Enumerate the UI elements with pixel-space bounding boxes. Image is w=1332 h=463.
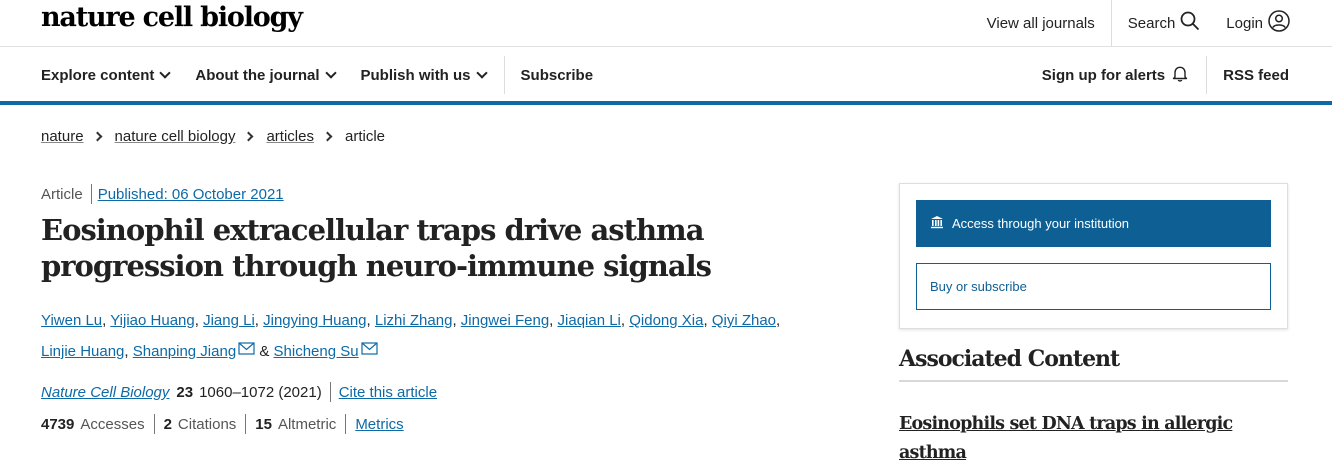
article-meta: Article Published: 06 October 2021 [41,184,284,204]
buy-or-subscribe-label: Buy or subscribe [930,279,1027,294]
sign-up-alerts-link[interactable]: Sign up for alerts [1042,65,1188,86]
top-bar: nature cell biology View all journals Se… [0,0,1332,47]
associated-content-heading: Associated Content [899,346,1288,382]
published-date-link[interactable]: Published: 06 October 2021 [98,186,284,203]
ampersand: & [259,343,270,360]
nav-accent-line [0,101,1332,105]
access-box: Access through your institution Buy or s… [899,183,1288,329]
citations-count: 2 [163,415,172,433]
nav-right: Sign up for alerts RSS feed [1042,48,1289,102]
search-label: Search [1127,14,1176,32]
citation-line: Nature Cell Biology 23 1060–1072 (2021) … [41,382,437,402]
user-icon [1268,10,1290,36]
breadcrumb-journal[interactable]: nature cell biology [115,128,236,145]
author-link[interactable]: Jiang Li [203,312,255,329]
article-metrics: 4739 Accesses 2 Citations 15 Altmetric M… [41,414,404,434]
chevron-down-icon [475,67,488,79]
author-link[interactable]: Jiaqian Li [558,312,621,329]
nav-publish[interactable]: Publish with us [360,66,488,84]
pages-year: 1060–1072 (2021) [199,383,322,401]
divider [90,184,92,204]
chevron-right-icon [92,131,102,142]
metrics-link[interactable]: Metrics [355,416,403,433]
rss-feed-label: RSS feed [1223,66,1289,84]
divider [153,414,155,434]
divider [345,414,347,434]
author-list: Yiwen Lu, Yijiao Huang, Jiang Li, Jingyi… [41,305,821,367]
bell-icon [1172,65,1188,86]
view-all-journals-label: View all journals [986,14,1095,32]
nav-subscribe-label: Subscribe [520,66,594,84]
associated-content-link[interactable]: Eosinophils set DNA traps in allergic as… [899,410,1288,463]
view-all-journals-link[interactable]: View all journals [987,15,1095,32]
breadcrumb-nature[interactable]: nature [41,128,84,145]
altmetric-score: 15 [255,415,272,433]
chevron-right-icon [244,131,254,142]
nav-about-journal[interactable]: About the journal [195,66,337,84]
access-institution-label: Access through your institution [952,216,1130,231]
cite-this-article-link[interactable]: Cite this article [339,384,437,401]
top-right-links: View all journals Search Login [987,0,1332,46]
volume-number: 23 [176,383,194,401]
author-link[interactable]: Jingying Huang [263,312,366,329]
login-label: Login [1226,14,1263,32]
divider [329,382,331,402]
author-link[interactable]: Shanping Jiang [133,343,236,360]
author-link[interactable]: Lizhi Zhang [375,312,453,329]
chevron-right-icon [322,131,333,142]
mail-icon[interactable] [361,335,378,366]
author-link[interactable]: Linjie Huang [41,343,124,360]
institution-icon [930,215,944,232]
nav-left: Explore content About the journal Publis… [41,48,619,102]
article-type: Article [41,185,83,203]
nav-explore-content-label: Explore content [41,66,155,84]
sign-up-alerts-label: Sign up for alerts [1041,66,1166,84]
author-link[interactable]: Shicheng Su [274,343,359,360]
accesses-label: Accesses [80,415,145,433]
breadcrumb-current: article [344,128,385,145]
divider [503,56,505,94]
breadcrumb-articles[interactable]: articles [266,128,314,145]
article-title: Eosinophil extracellular traps drive ast… [41,213,712,283]
chevron-down-icon [159,67,172,79]
rss-feed-link[interactable]: RSS feed [1223,67,1289,84]
divider [1206,56,1208,94]
nav-subscribe[interactable]: Subscribe [521,67,594,84]
main-nav: Explore content About the journal Publis… [0,48,1332,102]
breadcrumb: nature nature cell biology articles arti… [41,128,385,145]
nav-explore-content[interactable]: Explore content [41,66,172,84]
mail-icon[interactable] [238,335,255,366]
nav-publish-label: Publish with us [360,66,471,84]
nav-about-journal-label: About the journal [195,66,320,84]
accesses-count: 4739 [41,415,75,433]
brand-logo[interactable]: nature cell biology [41,2,303,33]
login-button[interactable]: Login [1226,10,1290,36]
author-link[interactable]: Yiwen Lu [41,312,102,329]
search-icon [1180,11,1200,35]
citations-label: Citations [177,415,237,433]
divider [1110,0,1112,46]
chevron-down-icon [324,67,337,79]
search-button[interactable]: Search [1128,11,1201,35]
buy-or-subscribe-button[interactable]: Buy or subscribe [916,263,1271,310]
journal-name-link[interactable]: Nature Cell Biology [41,384,169,401]
altmetric-label: Altmetric [277,415,337,433]
author-link[interactable]: Qiyi Zhao [712,312,776,329]
divider [245,414,247,434]
author-link[interactable]: Qidong Xia [629,312,703,329]
author-link[interactable]: Yijiao Huang [110,312,195,329]
access-institution-button[interactable]: Access through your institution [916,200,1271,247]
author-link[interactable]: Jingwei Feng [461,312,549,329]
